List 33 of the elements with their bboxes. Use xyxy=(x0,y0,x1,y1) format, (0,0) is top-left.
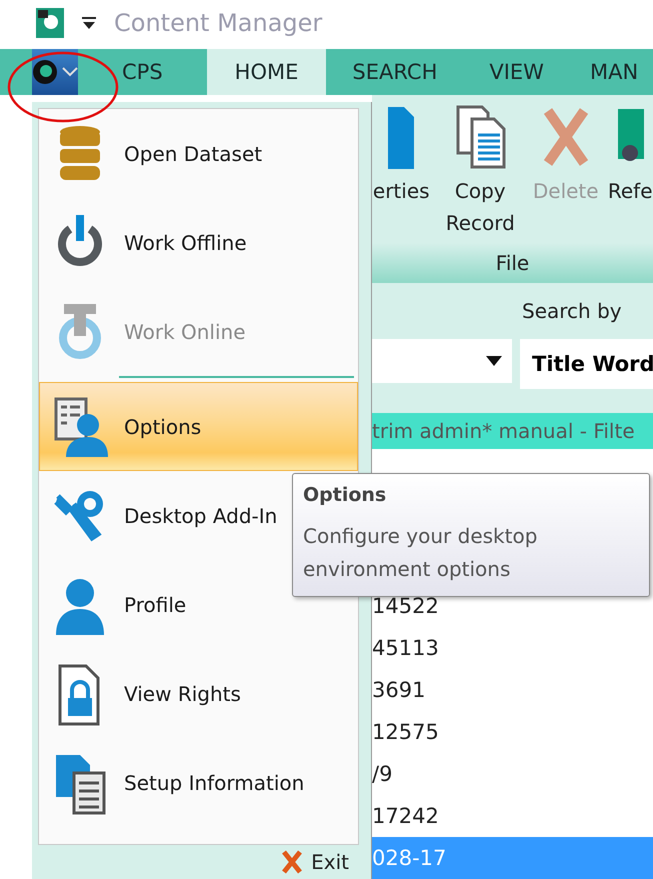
menu-item[interactable]: Options xyxy=(39,382,358,471)
search-by-label: Search by xyxy=(522,299,623,323)
app-logo-icon xyxy=(36,8,64,38)
menu-item[interactable]: Open Dataset xyxy=(39,109,268,198)
caret-icon xyxy=(62,66,78,77)
app-menu-button[interactable] xyxy=(32,48,78,95)
profile-settings-icon xyxy=(52,394,108,458)
ribbon-button[interactable]: erties xyxy=(372,105,430,243)
dropdown-field[interactable] xyxy=(372,339,512,383)
tooltip-text: Configure your desktop environment options xyxy=(303,523,538,583)
ribbon-tab[interactable]: HOME xyxy=(206,48,326,95)
app-logo-icon xyxy=(32,58,58,85)
menu-item[interactable]: Profile xyxy=(39,560,192,649)
ribbon-tab[interactable]: SEARCH xyxy=(326,48,464,95)
close-icon xyxy=(281,850,304,874)
exit-button[interactable]: Exit xyxy=(281,850,349,874)
ribbon-button[interactable]: Copy Record xyxy=(436,105,524,243)
ribbon-tab[interactable]: VIEW xyxy=(463,48,570,95)
search-type-field[interactable]: Title Word xyxy=(520,339,653,389)
window-title: Content Manager xyxy=(114,9,322,38)
ribbon-tab[interactable]: CPS xyxy=(78,48,207,95)
tooltip-title: Options xyxy=(303,484,388,506)
ribbon-button[interactable]: Refe xyxy=(607,105,653,243)
ribbon-tab[interactable]: MAN xyxy=(570,48,653,95)
filter-bar: trim admin* manual - Filte xyxy=(372,413,653,449)
group-label: File xyxy=(496,251,530,275)
caret-icon xyxy=(486,356,502,366)
menu-item[interactable]: View Rights xyxy=(39,649,246,738)
document-icon xyxy=(388,105,414,169)
menu-item[interactable]: Work Offline xyxy=(39,198,252,287)
menu-item[interactable]: Desktop Add-In xyxy=(39,471,282,560)
menu-item[interactable]: Setup Information xyxy=(39,738,310,827)
quick-access-icon[interactable] xyxy=(82,15,96,32)
